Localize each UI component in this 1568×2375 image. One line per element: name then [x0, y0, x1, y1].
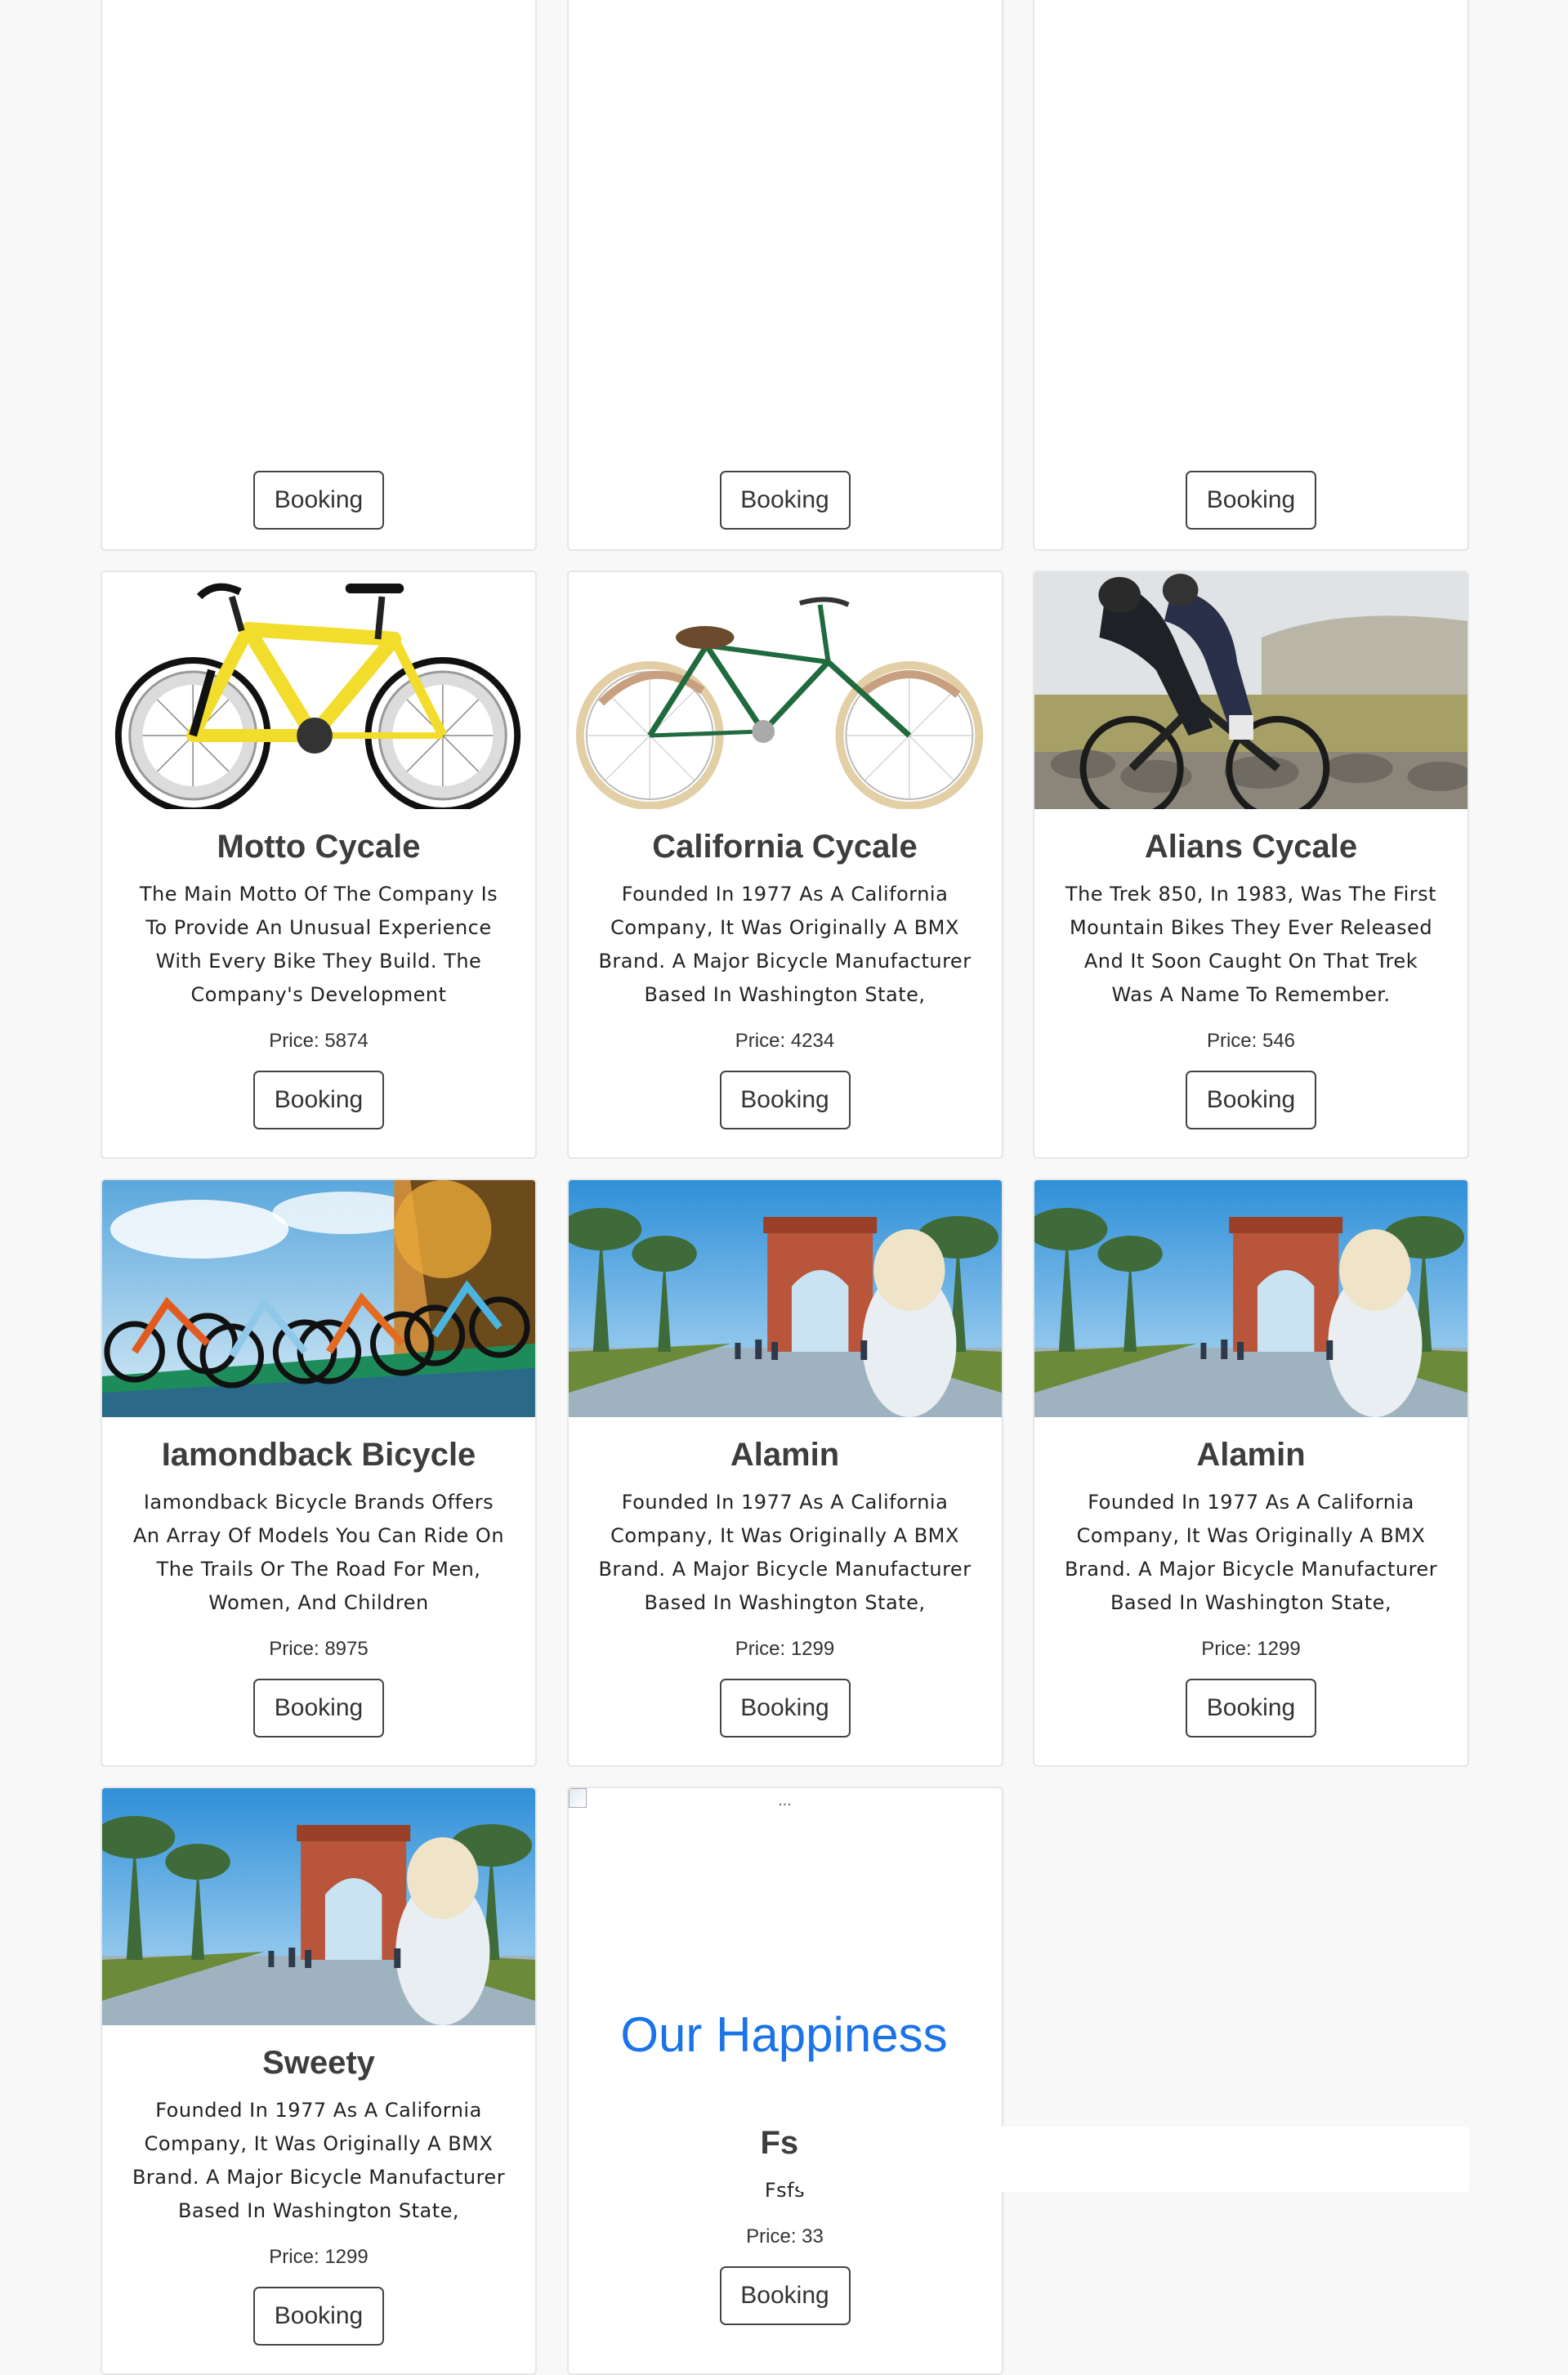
booking-button[interactable]: Booking: [719, 471, 851, 530]
product-price: Price: 33: [746, 2225, 824, 2248]
price-value: 546: [1262, 1030, 1296, 1052]
price-value: 1299: [1257, 1638, 1301, 1660]
product-title: Motto Cycale: [217, 829, 421, 865]
product-price: Price: 4234: [735, 1030, 834, 1053]
product-price: Price: 8975: [269, 1638, 368, 1661]
booking-button[interactable]: Booking: [253, 1071, 384, 1129]
four-bikes-forest-image: [102, 1180, 535, 1417]
broken-image: ...: [568, 1788, 1002, 2123]
booking-button[interactable]: Booking: [719, 1679, 851, 1738]
product-card: Booking: [1033, 0, 1469, 551]
green-city-bike-image: [568, 572, 1002, 809]
price-label: Price:: [1206, 1030, 1262, 1052]
product-price: Price: 546: [1207, 1030, 1295, 1053]
arc-de-triomf-image: [568, 1180, 1002, 1417]
price-value: 1299: [790, 1638, 835, 1660]
price-value: 8975: [324, 1638, 369, 1660]
product-title: California Cycale: [652, 829, 918, 865]
price-label: Price:: [269, 2246, 325, 2268]
product-title: Iamondback Bicycle: [161, 1437, 476, 1473]
booking-button[interactable]: Booking: [719, 2266, 851, 2325]
price-label: Price:: [735, 1030, 791, 1052]
arc-de-triomf-image: [1034, 1180, 1467, 1417]
product-title: Alamin: [730, 1437, 840, 1473]
product-card: Alamin Founded In 1977 As A California C…: [566, 1179, 1003, 1767]
product-card: Sweety Founded In 1977 As A California C…: [101, 1787, 537, 2375]
cyclists-photo: [1034, 572, 1467, 809]
product-title: Alians Cycale: [1144, 829, 1358, 865]
product-description: Founded In 1977 As A California Company,…: [598, 883, 972, 1006]
product-price: Price: 5874: [269, 1030, 368, 1053]
product-price: Price: 1299: [269, 2246, 368, 2269]
product-description: Founded In 1977 As A California Company,…: [598, 1491, 972, 1614]
price-value: 5874: [324, 1030, 369, 1052]
product-description: Iamondback Bicycle Brands Offers An Arra…: [132, 1491, 505, 1614]
arc-de-triomf-image: [102, 1788, 535, 2025]
price-label: Price:: [1201, 1638, 1258, 1660]
product-card: Alamin Founded In 1977 As A California C…: [1033, 1179, 1469, 1767]
booking-button[interactable]: Booking: [1186, 1071, 1316, 1129]
booking-button[interactable]: Booking: [1186, 471, 1316, 530]
price-value: 4234: [790, 1030, 835, 1052]
price-label: Price:: [746, 2225, 802, 2248]
product-description: The Trek 850, In 1983, Was The First Mou…: [1065, 883, 1437, 1006]
section-panel: [798, 2127, 1469, 2192]
price-value: 33: [802, 2225, 824, 2248]
product-card: Booking: [566, 0, 1003, 551]
price-label: Price:: [269, 1638, 325, 1660]
product-title: Alamin: [1196, 1437, 1306, 1473]
product-card: Booking: [101, 0, 537, 551]
booking-button[interactable]: Booking: [1186, 1679, 1316, 1738]
product-card: ... Fsf Fsfs Price: 33 Booking: [566, 1787, 1003, 2375]
product-card: Iamondback Bicycle Iamondback Bicycle Br…: [101, 1179, 537, 1767]
booking-button[interactable]: Booking: [253, 471, 384, 530]
product-price: Price: 1299: [1201, 1638, 1300, 1661]
product-price: Price: 1299: [735, 1638, 834, 1661]
price-value: 1299: [324, 2246, 369, 2268]
product-card: Motto Cycale The Main Motto Of The Compa…: [101, 570, 537, 1159]
product-card: Alians Cycale The Trek 850, In 1983, Was…: [1033, 570, 1469, 1159]
product-description: The Main Motto Of The Company Is To Prov…: [139, 883, 498, 1006]
booking-button[interactable]: Booking: [253, 1679, 384, 1738]
section-title: Our Happiness: [620, 2007, 948, 2062]
price-label: Price:: [735, 1638, 791, 1660]
price-label: Price:: [269, 1030, 325, 1052]
image-alt-text: ...: [778, 1791, 792, 1809]
product-description: Founded In 1977 As A California Company,…: [1064, 1491, 1438, 1614]
booking-button[interactable]: Booking: [719, 1071, 851, 1129]
booking-button[interactable]: Booking: [253, 2287, 384, 2346]
product-description: Founded In 1977 As A California Company,…: [132, 2099, 506, 2222]
yellow-road-bike-image: [102, 572, 535, 809]
product-card: California Cycale Founded In 1977 As A C…: [566, 570, 1003, 1159]
